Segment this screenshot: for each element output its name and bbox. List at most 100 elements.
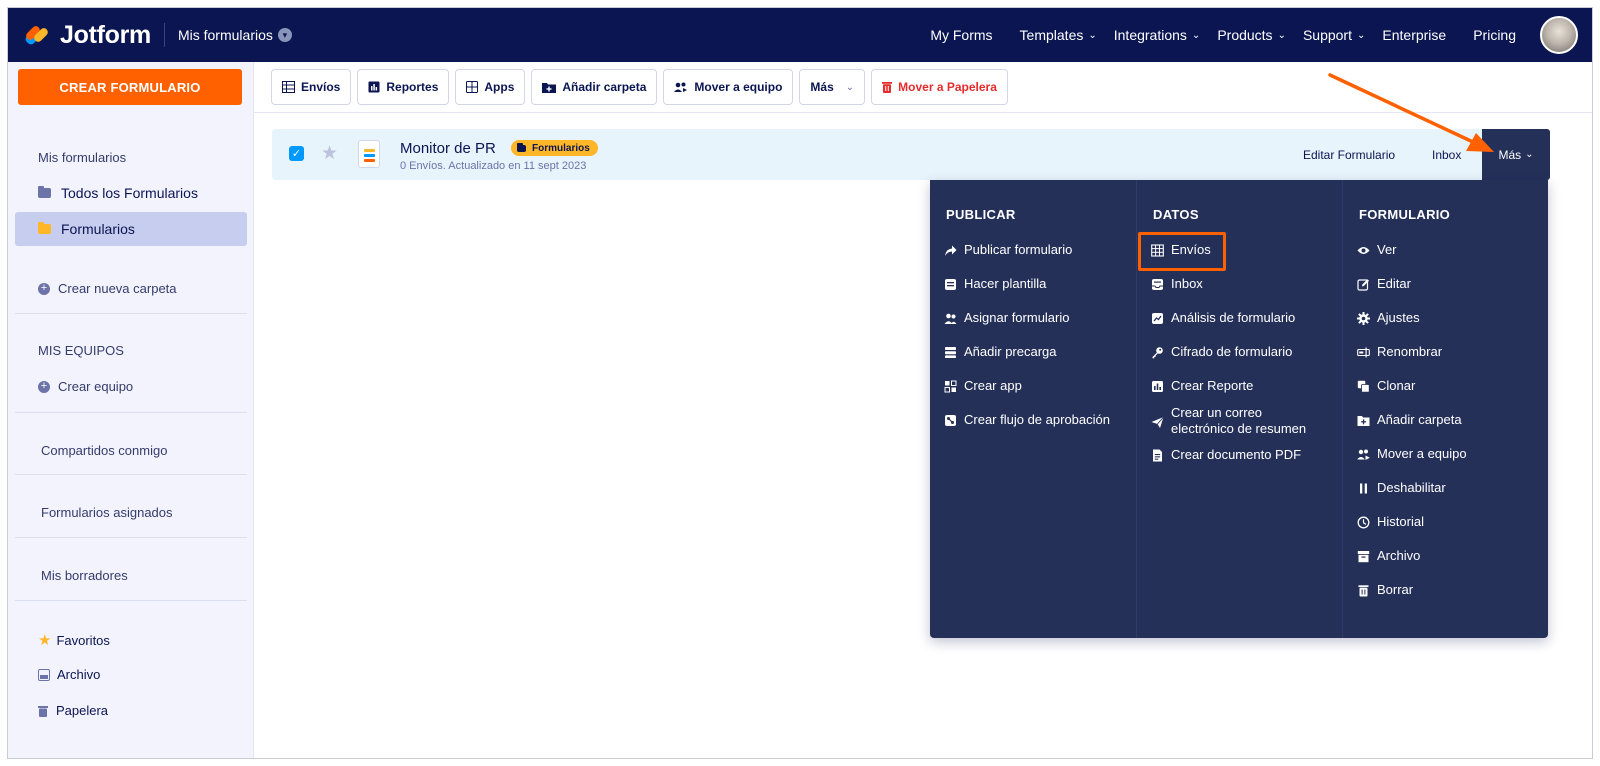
inbox-link[interactable]: Inbox [1432,148,1461,162]
menu-item-clone[interactable]: Clonar [1355,378,1415,394]
menu-item-label: Ver [1377,242,1397,257]
paper-plane-icon [1149,414,1165,430]
sidebar-item-all-forms[interactable]: Todos los Formularios [15,176,247,210]
share-arrow-icon [942,242,958,258]
button-label: Apps [484,80,515,94]
analytics-icon [1149,310,1165,326]
workspace-switcher[interactable]: Mis formularios ▾ [178,27,292,43]
nav-support[interactable]: Support ⌄ [1303,27,1365,43]
form-select-checkbox[interactable]: ✓ [289,146,304,161]
main-nav: My Forms Templates ⌄ Integrations ⌄ Produc… [903,8,1592,62]
add-folder-button[interactable]: Añadir carpeta [531,69,658,105]
menu-item-label: Renombrar [1377,344,1443,359]
menu-item-assign-form[interactable]: Asignar formulario [942,310,1070,326]
menu-item-label: Publicar formulario [964,242,1073,257]
menu-item-make-template[interactable]: Hacer plantilla [942,276,1046,292]
chevron-down-icon: ⌄ [845,81,855,93]
nav-label: Support [1302,27,1352,43]
sidebar-item-formularios[interactable]: Formularios [15,212,247,246]
sidebar-item-drafts[interactable]: Mis borradores [41,568,128,583]
menu-item-disable[interactable]: Deshabilitar [1355,480,1446,496]
menu-item-label: Crear Reporte [1171,378,1254,393]
app-icon [942,378,958,394]
menu-item-inbox[interactable]: Inbox [1149,276,1203,292]
nav-templates[interactable]: Templates ⌄ [1020,27,1097,43]
menu-item-create-app[interactable]: Crear app [942,378,1022,394]
menu-item-add-prefill[interactable]: Añadir precarga [942,344,1057,360]
form-title[interactable]: Monitor de PR [400,140,496,157]
menu-item-label: Hacer plantilla [964,276,1047,291]
sidebar-item-shared[interactable]: Compartidos conmigo [41,443,167,458]
history-icon [1355,514,1371,530]
menu-item-publish-form[interactable]: Publicar formulario [942,242,1072,258]
create-form-button[interactable]: CREAR FORMULARIO [18,69,242,105]
nav-enterprise[interactable]: Enterprise [1382,27,1446,43]
eye-icon [1355,242,1371,258]
menu-item-delete[interactable]: Borrar [1355,582,1413,598]
nav-my-forms[interactable]: My Forms [930,27,992,43]
favorite-star-icon[interactable]: ★ [321,142,338,165]
form-list-item[interactable]: ✓ ★ Monitor de PR Formularios 0 Envíos. … [272,129,1550,180]
menu-column-form: FORMULARIO Ver Editar Ajustes Renombrar … [1342,180,1548,638]
sidebar-item-archive[interactable]: Archivo [38,667,100,682]
menu-item-create-pdf[interactable]: Crear documento PDF [1149,447,1301,463]
menu-item-label: Ajustes [1377,310,1420,325]
sidebar-item-trash[interactable]: Papelera [38,703,108,718]
sidebar-item-label: Archivo [57,667,101,682]
submissions-button[interactable]: Envíos [271,69,352,105]
user-avatar[interactable] [1540,16,1578,54]
nav-products[interactable]: Products ⌄ [1217,27,1286,43]
menu-item-create-report[interactable]: Crear Reporte [1149,378,1253,394]
edit-form-link[interactable]: Editar Formulario [1303,148,1395,162]
folder-icon [37,222,51,234]
menu-item-settings[interactable]: Ajustes [1355,310,1420,326]
sidebar-item-favorites[interactable]: ★ Favoritos [38,631,110,649]
folder-tag[interactable]: Formularios [511,140,598,156]
menu-item-approval-flow[interactable]: Crear flujo de aprobación [942,412,1110,428]
create-team-link[interactable]: + Crear equipo [38,379,133,394]
highlight-box [1138,232,1226,271]
menu-item-view[interactable]: Ver [1355,242,1397,258]
form-meta: 0 Envíos. Actualizado en 11 sept 2023 [400,160,587,172]
chevron-down-icon: ⌄ [1191,29,1201,41]
menu-item-rename[interactable]: Renombrar [1355,344,1442,360]
sidebar-item-assigned[interactable]: Formularios asignados [41,505,173,520]
menu-item-label: Deshabilitar [1377,480,1446,495]
apps-button[interactable]: Apps [455,69,526,105]
menu-item-label: Asignar formulario [964,310,1070,325]
menu-heading: PUBLICAR [946,207,1016,222]
more-actions-button[interactable]: Más ⌄ [1482,129,1550,180]
reports-button[interactable]: Reportes [357,69,450,105]
menu-item-label: Archivo [1377,548,1421,563]
chevron-down-icon: ⌄ [1357,29,1366,41]
move-to-team-button[interactable]: Mover a equipo [663,69,794,105]
menu-item-form-encryption[interactable]: Cifrado de formulario [1149,344,1292,360]
more-button[interactable]: Más ⌄ [799,69,866,105]
navbar-divider [163,23,165,47]
sidebar-item-label: Papelera [56,703,109,718]
menu-item-form-analytics[interactable]: Análisis de formulario [1149,310,1295,326]
menu-item-digest-email[interactable]: Crear un correo electrónico de resumen [1149,405,1306,437]
copy-icon [1355,378,1371,394]
sidebar-divider [15,600,247,601]
nav-pricing[interactable]: Pricing [1473,27,1516,43]
sidebar-item-label: Formularios [61,221,135,237]
move-to-trash-button[interactable]: Mover a Papelera [871,69,1008,105]
sidebar-divider [15,412,247,413]
menu-item-move-to-team[interactable]: Mover a equipo [1355,446,1467,462]
create-team-label: Crear equipo [58,379,134,394]
menu-item-label-line: Crear un correo [1171,405,1263,420]
menu-item-archive[interactable]: Archivo [1355,548,1420,564]
menu-item-history[interactable]: Historial [1355,514,1424,530]
menu-item-label: Inbox [1171,276,1203,291]
nav-label: Pricing [1473,27,1516,43]
inbox-icon [1149,276,1165,292]
sidebar-item-label: Todos los Formularios [61,185,198,201]
table-icon [282,81,295,93]
jotform-logo[interactable]: Jotform [23,21,151,50]
create-folder-link[interactable]: + Crear nueva carpeta [38,281,177,296]
menu-item-add-folder[interactable]: Añadir carpeta [1355,412,1462,428]
nav-integrations[interactable]: Integrations ⌄ [1114,27,1201,43]
menu-item-label: Crear flujo de aprobación [964,412,1110,427]
menu-item-edit[interactable]: Editar [1355,276,1411,292]
